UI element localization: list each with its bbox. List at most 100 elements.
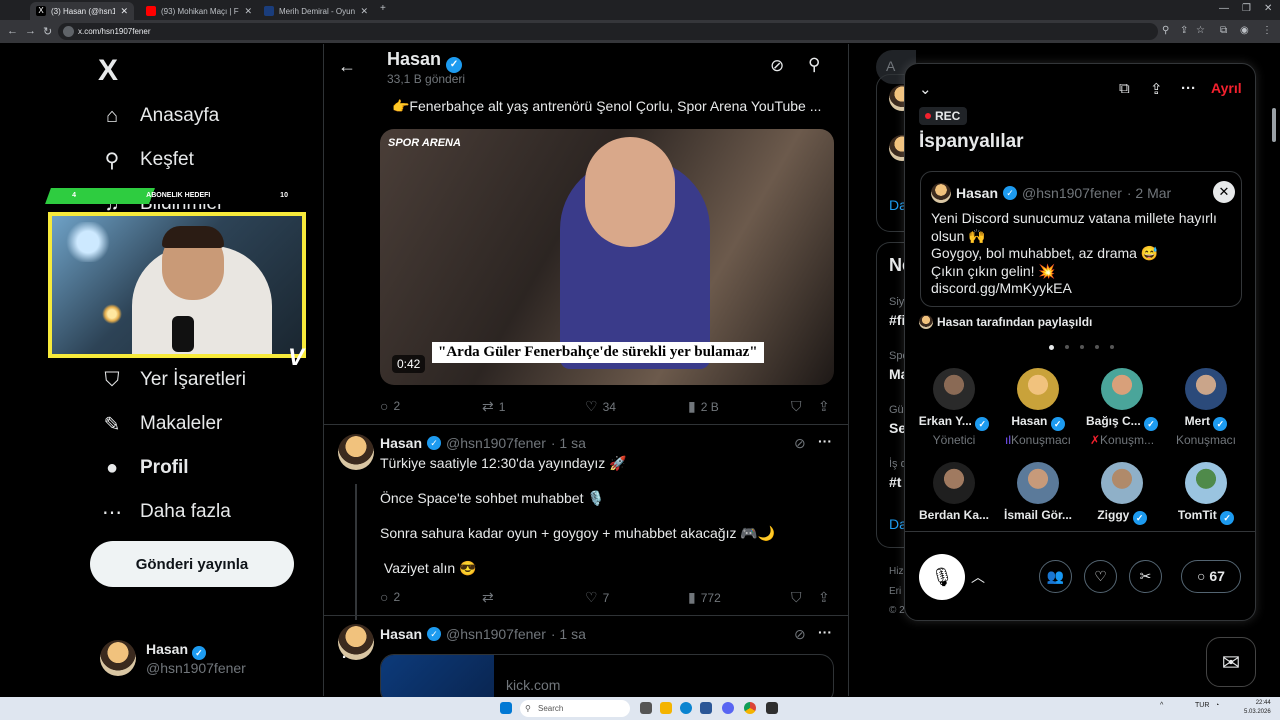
grok-icon[interactable]: ⊘ [794, 626, 806, 643]
tweet-author-name[interactable]: Hasan [380, 626, 422, 642]
react-button[interactable]: ♡ [1084, 560, 1117, 593]
carousel-dot[interactable] [1110, 345, 1114, 349]
microphone-button[interactable]: 🎙 [919, 554, 965, 600]
more-icon[interactable]: ··· [818, 624, 832, 640]
avatar[interactable] [338, 624, 374, 660]
carousel-dot[interactable] [1065, 345, 1069, 349]
taskbar-clock[interactable]: 22:44 5.03.2026 [1244, 699, 1271, 717]
site-info-icon[interactable] [63, 26, 74, 37]
profile-icon[interactable]: ◉ [1240, 25, 1249, 36]
video-player[interactable]: SPOR ARENA "Arda Güler Fenerbahçe'de sür… [380, 129, 834, 385]
speaker-tile[interactable]: Berdan Ka... [912, 462, 996, 522]
share-icon[interactable]: ⇪ [1150, 80, 1163, 98]
sidebar-item-articles[interactable]: ✎ Makaleler [100, 409, 223, 439]
tab-transfermarkt[interactable]: Merih Demiral - Oyuncu profili ✕ [258, 2, 374, 20]
grok-icon[interactable]: ⊘ [770, 56, 784, 76]
share-button[interactable]: ⇪ [818, 398, 830, 415]
network-icon[interactable]: ◔ [1215, 702, 1219, 709]
views-button[interactable]: ▮ 772 [688, 589, 721, 606]
close-tab-icon[interactable]: ✕ [244, 6, 252, 17]
search-icon[interactable]: ⚲ [808, 55, 820, 75]
back-arrow-icon[interactable]: ← [338, 56, 356, 77]
bookmark-button[interactable]: ⛉ [791, 398, 802, 415]
participants-button[interactable]: 👥 [1039, 560, 1072, 593]
close-tab-icon[interactable]: ✕ [360, 6, 368, 17]
back-icon[interactable]: ← [7, 25, 18, 37]
account-switcher[interactable]: Hasan ✓ @hsn1907fener ··· [100, 640, 358, 676]
edge-icon[interactable] [680, 702, 692, 714]
collapse-chevron-icon[interactable]: ⌄ [919, 80, 932, 98]
sidebar-item-profile[interactable]: ● Profil [100, 453, 189, 483]
url-field[interactable]: x.com/hsn1907fener [58, 23, 1158, 40]
bookmark-star-icon[interactable]: ☆ [1196, 25, 1205, 36]
tab-youtube[interactable]: (93) Mohikan Maçı | FENERBA... ✕ [140, 2, 258, 20]
maximize-icon[interactable]: ❐ [1242, 3, 1251, 14]
messages-button[interactable]: ✉ [1206, 637, 1256, 687]
speaker-tile[interactable]: Hasan ✓ ılKonuşmacı [996, 368, 1080, 447]
obs-icon[interactable] [766, 702, 778, 714]
tweet-time[interactable]: · 1 sa [551, 435, 586, 451]
windows-start-icon[interactable] [500, 702, 512, 714]
close-tab-icon[interactable]: ✕ [120, 6, 128, 17]
reply-button[interactable]: ○ 2 [380, 398, 400, 414]
tweet-time[interactable]: · 1 sa [551, 626, 586, 642]
share-button[interactable]: ⇪ [818, 589, 830, 606]
post-button[interactable]: Gönderi yayınla [90, 541, 294, 587]
new-tab-button[interactable]: + [380, 3, 386, 14]
extensions-icon[interactable]: ⧉ [1220, 25, 1227, 36]
task-view-icon[interactable] [640, 702, 652, 714]
discord-icon[interactable] [722, 702, 734, 714]
minimize-icon[interactable]: — [1219, 3, 1229, 14]
like-button[interactable]: ♡ 7 [585, 589, 609, 606]
taskbar-search[interactable]: ⚲ Search [520, 700, 630, 717]
more-icon[interactable]: ··· [1181, 80, 1196, 97]
chrome-icon[interactable] [744, 702, 756, 714]
tweet-author-handle[interactable]: @hsn1907fener [446, 435, 546, 451]
clip-button[interactable]: ✂ [1129, 560, 1162, 593]
sidebar-item-home[interactable]: ⌂ Anasayfa [100, 101, 219, 131]
carousel-dot[interactable] [1049, 345, 1054, 350]
grok-icon[interactable]: ⊘ [794, 435, 806, 452]
picture-in-picture-icon[interactable]: ⧉ [1119, 80, 1130, 97]
trend-item[interactable]: #fi [889, 312, 905, 328]
menu-icon[interactable]: ⋮ [1262, 25, 1272, 36]
file-explorer-icon[interactable] [660, 702, 672, 714]
speaker-tile[interactable]: Erkan Y... ✓ Yönetici [912, 368, 996, 447]
speaker-tile[interactable]: TomTit ✓ [1164, 462, 1248, 525]
speaker-tile[interactable]: Bağış C... ✓ ✗Konuşm... [1080, 368, 1164, 447]
views-button[interactable]: ▮ 2 B [688, 398, 719, 415]
speaker-tile[interactable]: İsmail Gör... [996, 462, 1080, 522]
footer-link[interactable]: Hiz [889, 566, 903, 577]
speaker-tile[interactable]: Mert ✓ Konuşmacı [1164, 368, 1248, 447]
more-icon[interactable]: ··· [818, 433, 832, 449]
language-indicator[interactable]: TUR [1195, 702, 1209, 709]
sidebar-item-more[interactable]: ⋯ Daha fazla [100, 497, 231, 527]
sidebar-item-bookmarks[interactable]: ⛉ Yer İşaretleri [100, 365, 246, 395]
bookmark-button[interactable]: ⛉ [791, 589, 802, 606]
chevron-up-icon[interactable]: ︿ [971, 567, 985, 587]
pinned-post[interactable]: Hasan ✓ @hsn1907fener · 2 Mar ✕ Yeni Dis… [920, 171, 1242, 307]
tray-chevron-icon[interactable]: ^ [1160, 702, 1163, 709]
repost-button[interactable]: ⇄ 1 [482, 398, 505, 415]
share-icon[interactable]: ⇪ [1180, 25, 1188, 36]
speaker-tile[interactable]: Ziggy ✓ [1080, 462, 1164, 525]
close-icon[interactable]: ✕ [1213, 181, 1235, 203]
sidebar-item-explore[interactable]: ⚲ Keşfet [100, 145, 194, 175]
zoom-icon[interactable]: ⚲ [1162, 25, 1169, 36]
reply-button[interactable]: ○ 2 [380, 589, 400, 605]
scrollbar-thumb[interactable] [1272, 108, 1276, 142]
tweet-author-name[interactable]: Hasan [380, 435, 422, 451]
reload-icon[interactable]: ↻ [43, 25, 52, 38]
store-icon[interactable] [700, 702, 712, 714]
tab-x-profile[interactable]: X (3) Hasan (@hsn1907fener) ✕ [30, 2, 134, 20]
like-button[interactable]: ♡ 34 [585, 398, 616, 415]
comments-button[interactable]: ○ 67 [1181, 560, 1241, 593]
carousel-dot[interactable] [1080, 345, 1084, 349]
x-logo[interactable]: X [98, 54, 118, 88]
carousel-dot[interactable] [1095, 345, 1099, 349]
avatar[interactable] [338, 434, 374, 470]
tweet-author-handle[interactable]: @hsn1907fener [446, 626, 546, 642]
leave-button[interactable]: Ayrıl [1211, 80, 1242, 96]
footer-link[interactable]: Eri [889, 586, 901, 597]
close-window-icon[interactable]: ✕ [1264, 3, 1272, 14]
